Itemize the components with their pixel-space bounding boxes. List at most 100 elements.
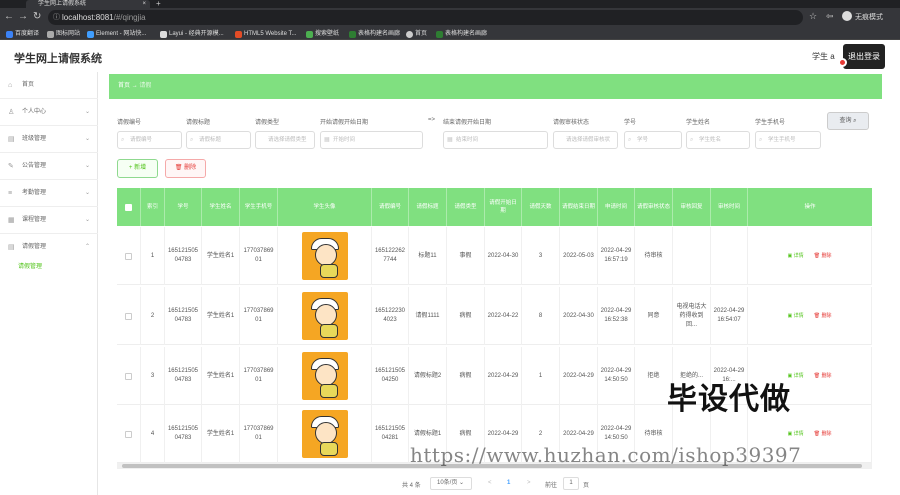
table-cell-index: 4 — [141, 405, 165, 463]
table-cell-name: 学生姓名1 — [202, 405, 240, 463]
table-cell-audit — [711, 227, 748, 285]
table-cell-audit: 2022-04-29 16:54:07 — [711, 287, 748, 345]
leave-number-input[interactable]: ⌕ 请假编号 — [117, 131, 182, 149]
home-icon: ⌂ — [8, 82, 13, 89]
audit-status-select[interactable]: 请选择请假审核状 — [553, 131, 618, 149]
table-cell-days: 1 — [522, 347, 560, 405]
table-cell-bianhao: 16512150504250 — [372, 347, 409, 405]
sidebar-item-profile[interactable]: ♙ 个人中心 ⌄ — [0, 99, 98, 126]
table-cell-phone: 17703786901 — [240, 405, 278, 463]
detail-button[interactable]: ▣ 详情 — [788, 313, 804, 319]
extension-icon[interactable]: ⇦ — [826, 11, 834, 22]
url-path: /#/qingjia — [113, 13, 146, 22]
forward-icon[interactable]: → — [18, 11, 28, 23]
filter-label: 开始请假开始日期 — [320, 120, 369, 126]
table-cell-index: 3 — [141, 347, 165, 405]
chevron-down-icon: ⌄ — [84, 190, 90, 196]
filter-label: 学生姓名 — [686, 120, 711, 126]
column-header: 学生头像 — [278, 188, 372, 226]
table-cell-index: 1 — [141, 227, 165, 285]
chevron-down-icon: ⌄ — [84, 109, 90, 115]
new-tab-icon[interactable]: + — [156, 0, 161, 8]
leave-type-select[interactable]: 请选择请假类型 — [255, 131, 315, 149]
table-cell-title: 请假标题2 — [409, 347, 447, 405]
bookmark-item[interactable]: Element - 网站快... — [87, 29, 146, 39]
sidebar-item-home[interactable]: ⌂ 首页 — [0, 72, 98, 99]
next-page-button[interactable]: > — [527, 480, 531, 486]
bookmark-item[interactable]: Layui - 经典开源模... — [160, 29, 224, 39]
select-all-checkbox[interactable] — [117, 188, 141, 226]
query-button[interactable]: 查询 ⌕ — [827, 112, 869, 130]
prev-page-button[interactable]: < — [488, 480, 492, 486]
chevron-down-icon: ⌄ — [84, 217, 90, 223]
filter-label: 请假编号 — [117, 120, 142, 126]
breadcrumb-current: 请假 — [139, 83, 152, 89]
table-cell-apply: 2022-04-29 16:57:19 — [598, 227, 635, 285]
table-cell-phone: 17703786901 — [240, 287, 278, 345]
bookmark-item[interactable]: 表格构建名画廊 — [349, 29, 400, 39]
student-id-input[interactable]: ⌕ 学号 — [624, 131, 682, 149]
end-date-input[interactable]: ▦ 结束时间 — [443, 131, 548, 149]
bookmark-item[interactable]: 表格构建名画廊 — [436, 29, 487, 39]
star-icon[interactable]: ☆ — [809, 11, 817, 22]
row-delete-button[interactable]: 🗑 删除 — [814, 373, 832, 379]
start-date-input[interactable]: ▦ 开始时间 — [320, 131, 423, 149]
reload-icon[interactable]: ↻ — [33, 11, 41, 23]
row-delete-button[interactable]: 🗑 删除 — [814, 313, 832, 319]
close-icon[interactable]: × — [142, 0, 146, 8]
column-header: 学生手机号 — [240, 188, 278, 226]
row-delete-button[interactable]: 🗑 删除 — [814, 253, 832, 259]
profile-avatar[interactable] — [842, 11, 852, 21]
column-header: 学生姓名 — [202, 188, 240, 226]
breadcrumb-home[interactable]: 首页 — [118, 83, 130, 89]
column-header: 操作 — [804, 204, 816, 210]
table-cell-bianhao: 1651222627744 — [372, 227, 409, 285]
app-title: 学生网上请假系统 — [14, 53, 102, 65]
browser-tab[interactable]: 学生网上请假系统 × — [26, 0, 150, 8]
student-phone-input[interactable]: ⌕ 学生手机号 — [755, 131, 821, 149]
detail-button[interactable]: ▣ 详情 — [788, 431, 804, 437]
column-header: 申请时间 — [598, 188, 635, 226]
bookmark-item[interactable]: 搜索壁纸 — [306, 29, 339, 39]
column-header: 请假结束日期 — [560, 188, 598, 226]
row-actions: ▣ 详情 🗑 删除 — [748, 287, 872, 345]
row-checkbox[interactable] — [117, 287, 141, 345]
table-cell-bianhao: 16512150504281 — [372, 405, 409, 463]
add-button[interactable]: + 新增 — [117, 159, 158, 178]
row-delete-button[interactable]: 🗑 删除 — [814, 431, 832, 437]
sidebar-item-course[interactable]: ▦ 课程管理 ⌄ — [0, 207, 98, 234]
search-icon: ⌕ — [853, 118, 857, 124]
page-size-select[interactable]: 10条/页 ⌄ — [430, 477, 472, 490]
column-header: 请假编号 — [372, 188, 409, 226]
table-cell-title: 标题11 — [409, 227, 447, 285]
row-checkbox[interactable] — [117, 347, 141, 405]
column-header: 索引 — [141, 188, 165, 226]
leave-title-input[interactable]: ⌕ 请假标题 — [186, 131, 251, 149]
table-cell-xuehao: 16512150504783 — [165, 227, 202, 285]
logout-button[interactable]: 退出登录 — [843, 44, 885, 69]
table-cell-status: 待审核 — [635, 227, 673, 285]
back-icon[interactable]: ← — [4, 11, 14, 23]
filter-label: 请假类型 — [255, 120, 280, 126]
row-checkbox[interactable] — [117, 405, 141, 463]
url-input[interactable]: ⓘ localhost:8081/#/qingjia — [48, 10, 803, 25]
page-number[interactable]: 1 — [507, 480, 510, 486]
bookmark-item[interactable]: 百度翻译 — [6, 29, 39, 39]
bookmark-item[interactable]: 图标网站 — [47, 29, 80, 39]
goto-page-input[interactable]: 1 — [563, 477, 579, 490]
table-cell-end: 2022-04-29 — [560, 347, 598, 405]
notice-icon: ✎ — [8, 163, 14, 170]
row-checkbox[interactable] — [117, 227, 141, 285]
search-icon: ⌕ — [190, 137, 194, 143]
column-header: 请假类型 — [447, 188, 485, 226]
delete-button[interactable]: 🗑 删除 — [165, 159, 206, 178]
sidebar-item-notice[interactable]: ✎ 公告管理 ⌄ — [0, 153, 98, 180]
table-cell-start: 2022-04-22 — [485, 287, 522, 345]
bookmark-item[interactable]: 首页 — [406, 29, 427, 39]
sidebar-subitem-leave-manage[interactable]: 请假管理 — [0, 256, 98, 279]
bookmark-item[interactable]: HTML5 Website T... — [235, 29, 296, 39]
student-name-input[interactable]: ⌕ 学生姓名 — [686, 131, 750, 149]
detail-button[interactable]: ▣ 详情 — [788, 253, 804, 259]
sidebar-item-class[interactable]: ▤ 班级管理 ⌄ — [0, 126, 98, 153]
sidebar-item-attendance[interactable]: ≡ 考勤管理 ⌄ — [0, 180, 98, 207]
